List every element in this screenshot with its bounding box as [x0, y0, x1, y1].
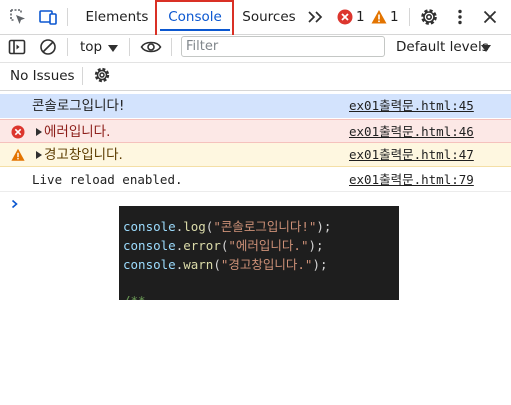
error-count[interactable]: 1: [356, 0, 365, 34]
code-line: console.warn("경고창입니다.");: [123, 257, 328, 272]
toolbar-divider: [409, 8, 410, 26]
expand-triangle-icon[interactable]: [36, 151, 42, 159]
code-function: warn: [183, 257, 214, 272]
show-sidebar-icon[interactable]: [8, 38, 26, 56]
error-count-icon[interactable]: [337, 9, 353, 25]
toolbar-divider: [171, 38, 172, 56]
warning-count-icon[interactable]: [371, 9, 387, 25]
console-settings-gear-icon[interactable]: [93, 66, 111, 84]
code-string: "에러입니다.": [228, 238, 309, 253]
toolbar-divider: [82, 67, 83, 85]
error-icon: [11, 125, 25, 139]
toolbar-divider: [129, 38, 130, 56]
filter-box[interactable]: [181, 36, 385, 57]
tab-sources[interactable]: Sources: [238, 0, 300, 34]
device-toolbar-icon[interactable]: [38, 7, 58, 27]
chevron-down-icon[interactable]: [481, 42, 491, 52]
code-object: console: [123, 219, 176, 234]
console-message-error: 에러입니다. ex01출력문.html:46: [0, 119, 511, 143]
source-link[interactable]: ex01출력문.html:45: [349, 94, 474, 118]
code-comment: /**: [123, 292, 146, 300]
code-line: console.error("에러입니다.");: [123, 238, 324, 253]
log-levels-label: Default levels: [396, 39, 489, 55]
inspect-element-icon[interactable]: [8, 7, 28, 27]
source-link[interactable]: ex01출력문.html:46: [349, 120, 474, 144]
tab-elements[interactable]: Elements: [82, 0, 152, 34]
code-snippet: console.log("콘솔로그입니다!"); console.error("…: [119, 206, 399, 300]
chevron-down-icon[interactable]: [108, 42, 118, 52]
message-text: 에러입니다.: [44, 124, 111, 140]
live-expression-eye-icon[interactable]: [140, 37, 162, 57]
code-string: "콘솔로그입니다!": [213, 219, 317, 234]
toolbar-divider: [67, 8, 68, 26]
log-levels-dropdown[interactable]: Default levels: [396, 35, 489, 59]
devtools-tab-bar: Elements Console Sources 1 1: [0, 0, 511, 35]
close-devtools-icon[interactable]: [480, 7, 500, 27]
source-link[interactable]: ex01출력문.html:47: [349, 143, 474, 167]
expand-triangle-icon[interactable]: [36, 128, 42, 136]
more-tabs-icon[interactable]: [306, 7, 326, 27]
message-text: Live reload enabled.: [32, 172, 183, 187]
warning-count[interactable]: 1: [390, 0, 399, 34]
issues-label[interactable]: No Issues: [10, 63, 75, 89]
settings-gear-icon[interactable]: [419, 7, 439, 27]
console-message-log: 콘솔로그입니다! ex01출력문.html:45: [0, 94, 511, 118]
code-function: log: [183, 219, 206, 234]
console-message-info: Live reload enabled. ex01출력문.html:79: [0, 168, 511, 192]
context-selector-label: top: [80, 39, 103, 55]
issues-bar: [0, 62, 511, 91]
code-string: "경고창입니다.": [220, 257, 313, 272]
more-options-icon[interactable]: [450, 7, 470, 27]
code-object: console: [123, 238, 176, 253]
console-tab-highlight-box: [155, 0, 234, 39]
code-line: console.log("콘솔로그입니다!");: [123, 219, 332, 234]
filter-input[interactable]: [186, 37, 376, 56]
source-link[interactable]: ex01출력문.html:79: [349, 168, 474, 192]
code-object: console: [123, 257, 176, 272]
message-text: 콘솔로그입니다!: [32, 98, 125, 114]
warning-icon: [11, 148, 25, 162]
clear-console-icon[interactable]: [39, 38, 57, 56]
context-selector[interactable]: top: [80, 35, 102, 59]
toolbar-divider: [67, 38, 68, 56]
code-function: error: [183, 238, 221, 253]
console-prompt-icon[interactable]: [10, 197, 20, 211]
message-text: 경고창입니다.: [44, 147, 123, 163]
console-message-warning: 경고창입니다. ex01출력문.html:47: [0, 143, 511, 167]
